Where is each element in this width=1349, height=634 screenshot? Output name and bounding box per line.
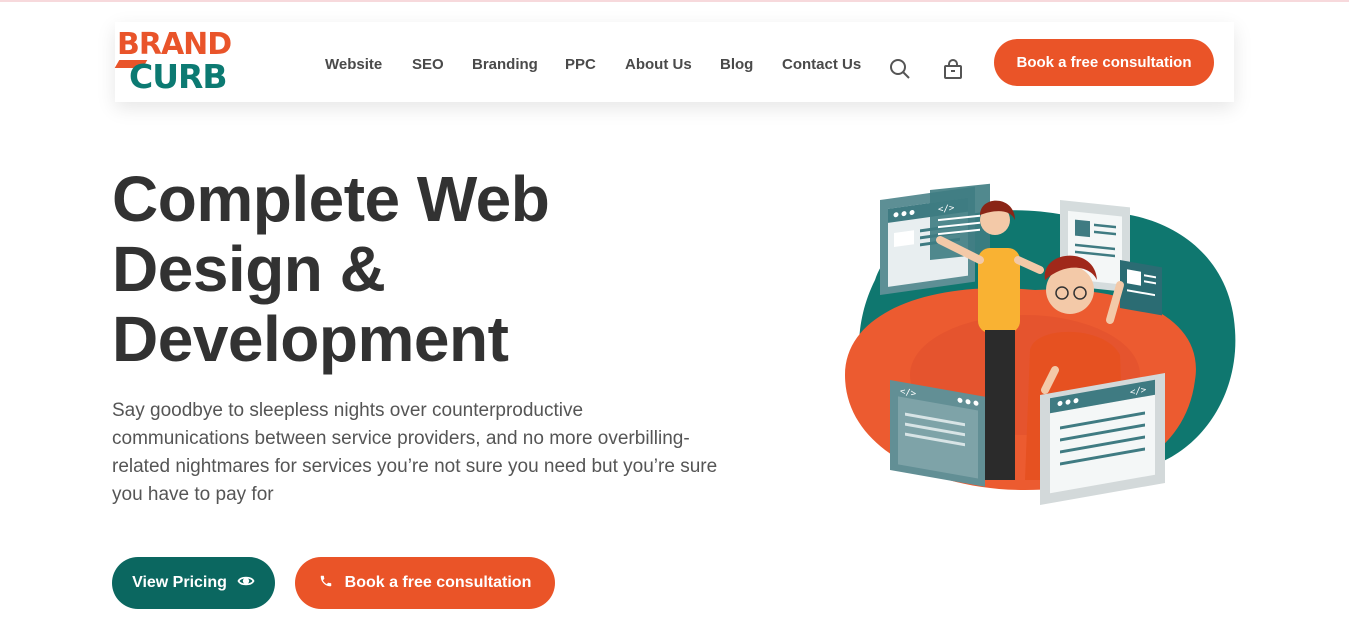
logo-text-brand: BRAND [117,27,232,62]
view-pricing-button[interactable]: View Pricing [112,557,275,609]
site-header: BRAND CURB Website SEO Branding PPC Abou… [114,22,1234,102]
book-consultation-hero-button[interactable]: Book a free consultation [295,557,555,609]
hero-illustration: </> </> </> [835,160,1240,535]
phone-icon [319,574,333,593]
nav-item-contact-us[interactable]: Contact Us [782,56,861,73]
bag-icon[interactable] [941,57,965,81]
hero-title-line: Design & [112,233,386,305]
top-border [0,0,1349,2]
nav-item-website[interactable]: Website [325,56,382,73]
book-consultation-label: Book a free consultation [344,574,532,591]
logo-text-curb: CURB [129,57,228,96]
nav-item-branding[interactable]: Branding [472,56,538,73]
nav-item-ppc[interactable]: PPC [565,56,596,73]
hero-description: Say goodbye to sleepless nights over cou… [112,400,718,505]
svg-text:</>: </> [938,203,955,215]
brand-logo[interactable]: BRAND CURB [114,27,232,96]
hero-title: Complete Web Design & Development [112,164,632,374]
hero-title-line: Complete Web [112,163,550,235]
hero-title-line: Development [112,303,509,375]
search-icon[interactable] [888,57,912,81]
eye-icon [237,572,255,595]
nav-item-blog[interactable]: Blog [720,56,753,73]
nav-item-about-us[interactable]: About Us [625,56,692,73]
book-consultation-header-button[interactable]: Book a free consultation [994,39,1214,86]
nav-item-seo[interactable]: SEO [412,56,444,73]
view-pricing-label: View Pricing [132,574,227,591]
